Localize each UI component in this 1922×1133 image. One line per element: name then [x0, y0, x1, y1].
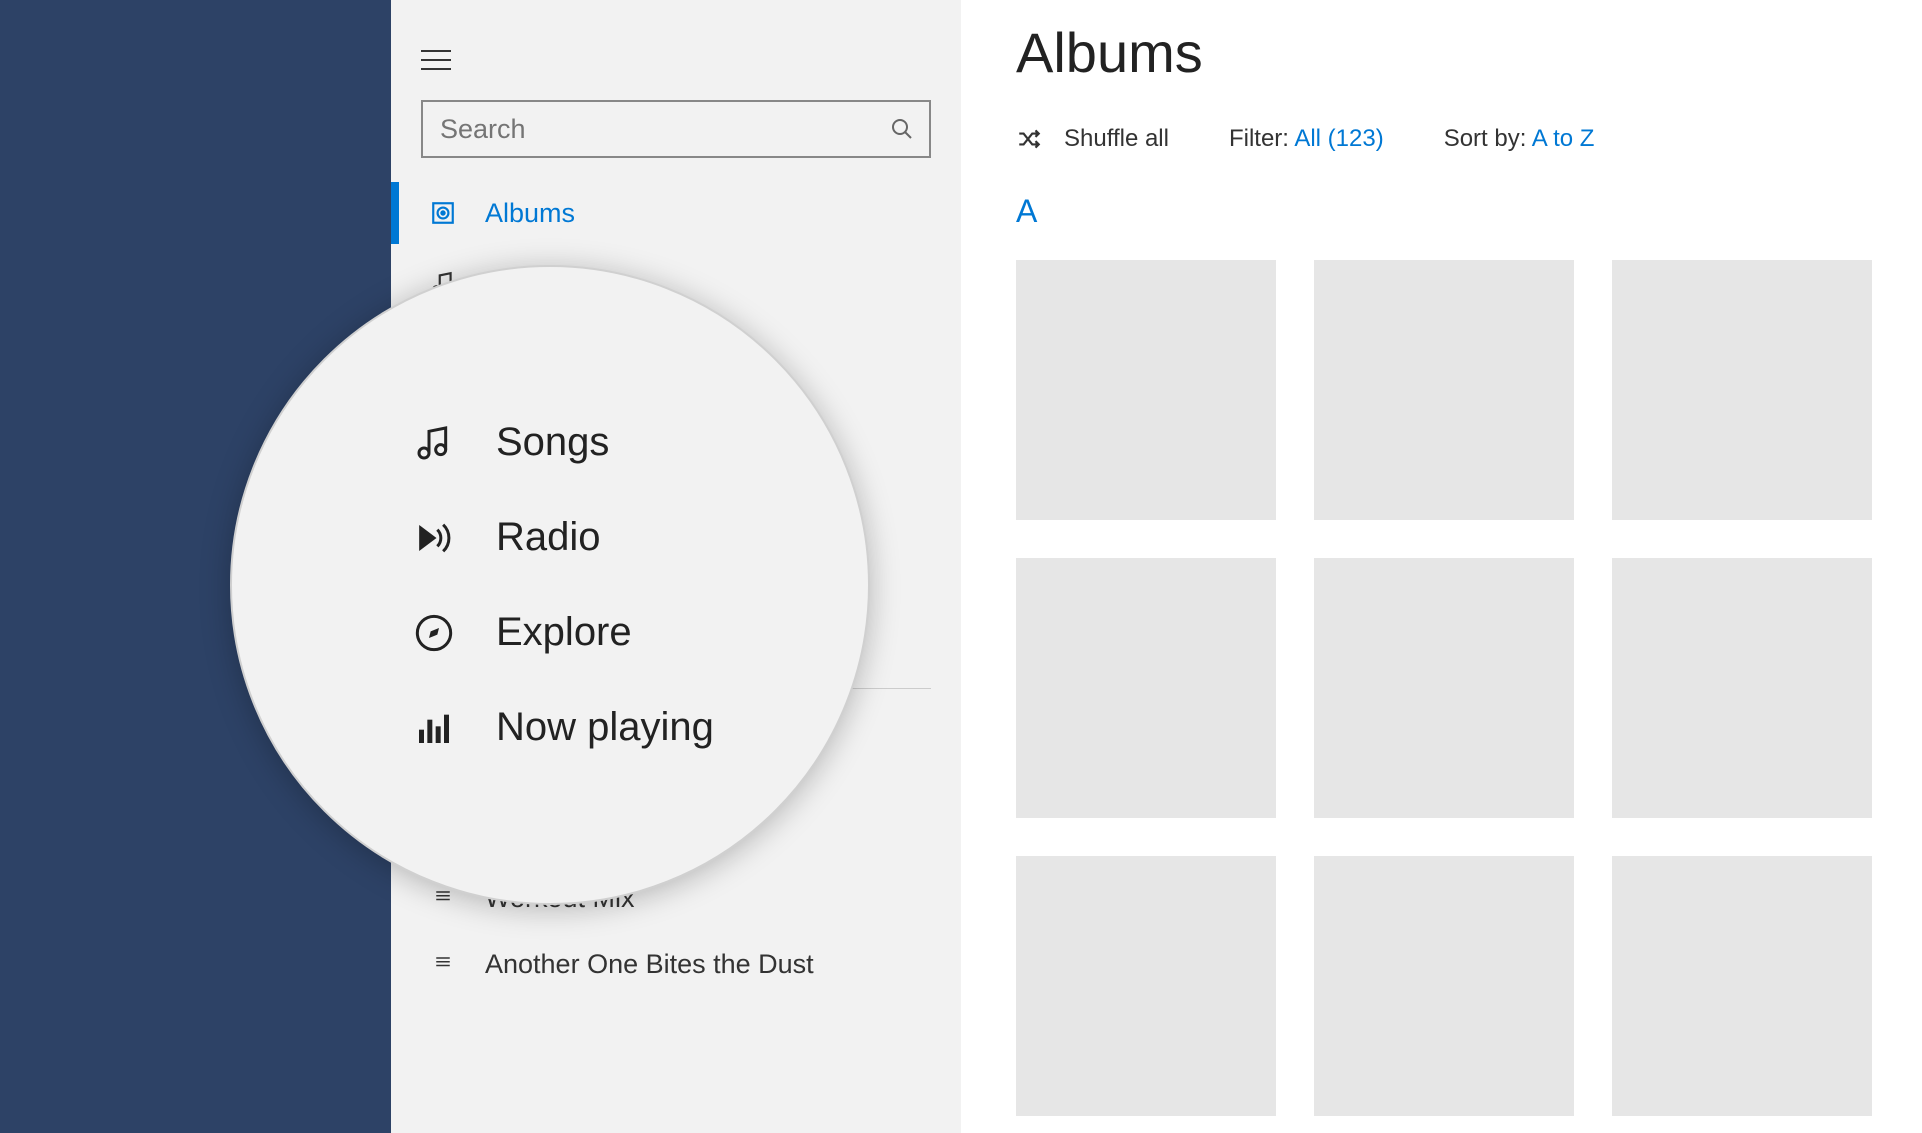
group-header[interactable]: A [1016, 193, 1872, 230]
sidebar-item-albums[interactable]: Albums [391, 178, 961, 248]
radio-icon [427, 340, 459, 366]
playlist-label: ck [485, 817, 672, 848]
album-tile[interactable] [1612, 558, 1872, 818]
playlist-label: Another One Bites the Dust [485, 949, 814, 980]
search-icon [890, 117, 914, 141]
album-grid [1016, 260, 1872, 1116]
album-tile[interactable] [1016, 856, 1276, 1116]
now-playing-icon [427, 480, 459, 506]
explore-icon [427, 410, 459, 436]
sidebar-item-now-playing[interactable]: Now playing [391, 458, 961, 528]
albums-icon [427, 200, 459, 226]
sort-control[interactable]: Sort by: A to Z [1444, 125, 1595, 153]
shuffle-label: Shuffle all [1064, 125, 1169, 153]
search-box[interactable] [421, 100, 931, 158]
filter-label: Filter: [1229, 125, 1289, 152]
sidebar-item-songs[interactable]: Songs [391, 248, 961, 318]
sidebar-divider [421, 688, 931, 689]
playlist-item[interactable]: Workout Mix [391, 865, 961, 931]
sidebar-item-label: Songs [485, 268, 562, 299]
sidebar-item-label: Now playing [485, 478, 632, 509]
album-tile[interactable] [1612, 856, 1872, 1116]
playlist-icon [427, 889, 459, 907]
sort-label: Sort by: [1444, 125, 1527, 152]
sidebar-item-label: Albums [485, 198, 575, 229]
playlist-label: Workout Mix [485, 883, 635, 914]
filter-control[interactable]: Filter: All (123) [1229, 125, 1384, 153]
sidebar-item-label: Radio [485, 338, 556, 369]
album-tile[interactable] [1314, 558, 1574, 818]
songs-icon [427, 270, 459, 296]
playlist-icon [427, 823, 459, 841]
shuffle-all-button[interactable]: Shuffle all [1016, 125, 1169, 153]
album-tile[interactable] [1314, 260, 1574, 520]
album-tile[interactable] [1612, 260, 1872, 520]
sort-value: A to Z [1532, 125, 1595, 152]
playlist-item[interactable]: ck [391, 799, 961, 865]
album-tile[interactable] [1314, 856, 1574, 1116]
playlist-icon [427, 955, 459, 973]
sidebar-item-radio[interactable]: Radio [391, 318, 961, 388]
page-background-pad [0, 0, 391, 1133]
content-area: Albums Shuffle all Filter: [961, 0, 1922, 1133]
shuffle-icon [1016, 126, 1042, 152]
sidebar: Albums Songs [391, 0, 961, 1133]
album-tile[interactable] [1016, 558, 1276, 818]
album-tile[interactable] [1016, 260, 1276, 520]
sidebar-item-explore[interactable]: Explore [391, 388, 961, 458]
page-title: Albums [1016, 20, 1872, 85]
search-input[interactable] [438, 113, 890, 146]
hamburger-button[interactable] [401, 30, 471, 90]
sidebar-item-label: Explore [485, 408, 577, 439]
playlist-item[interactable]: Another One Bites the Dust [391, 931, 961, 997]
filter-value: All (123) [1294, 125, 1383, 152]
toolbar: Shuffle all Filter: All (123) Sort by: A… [1016, 125, 1872, 153]
